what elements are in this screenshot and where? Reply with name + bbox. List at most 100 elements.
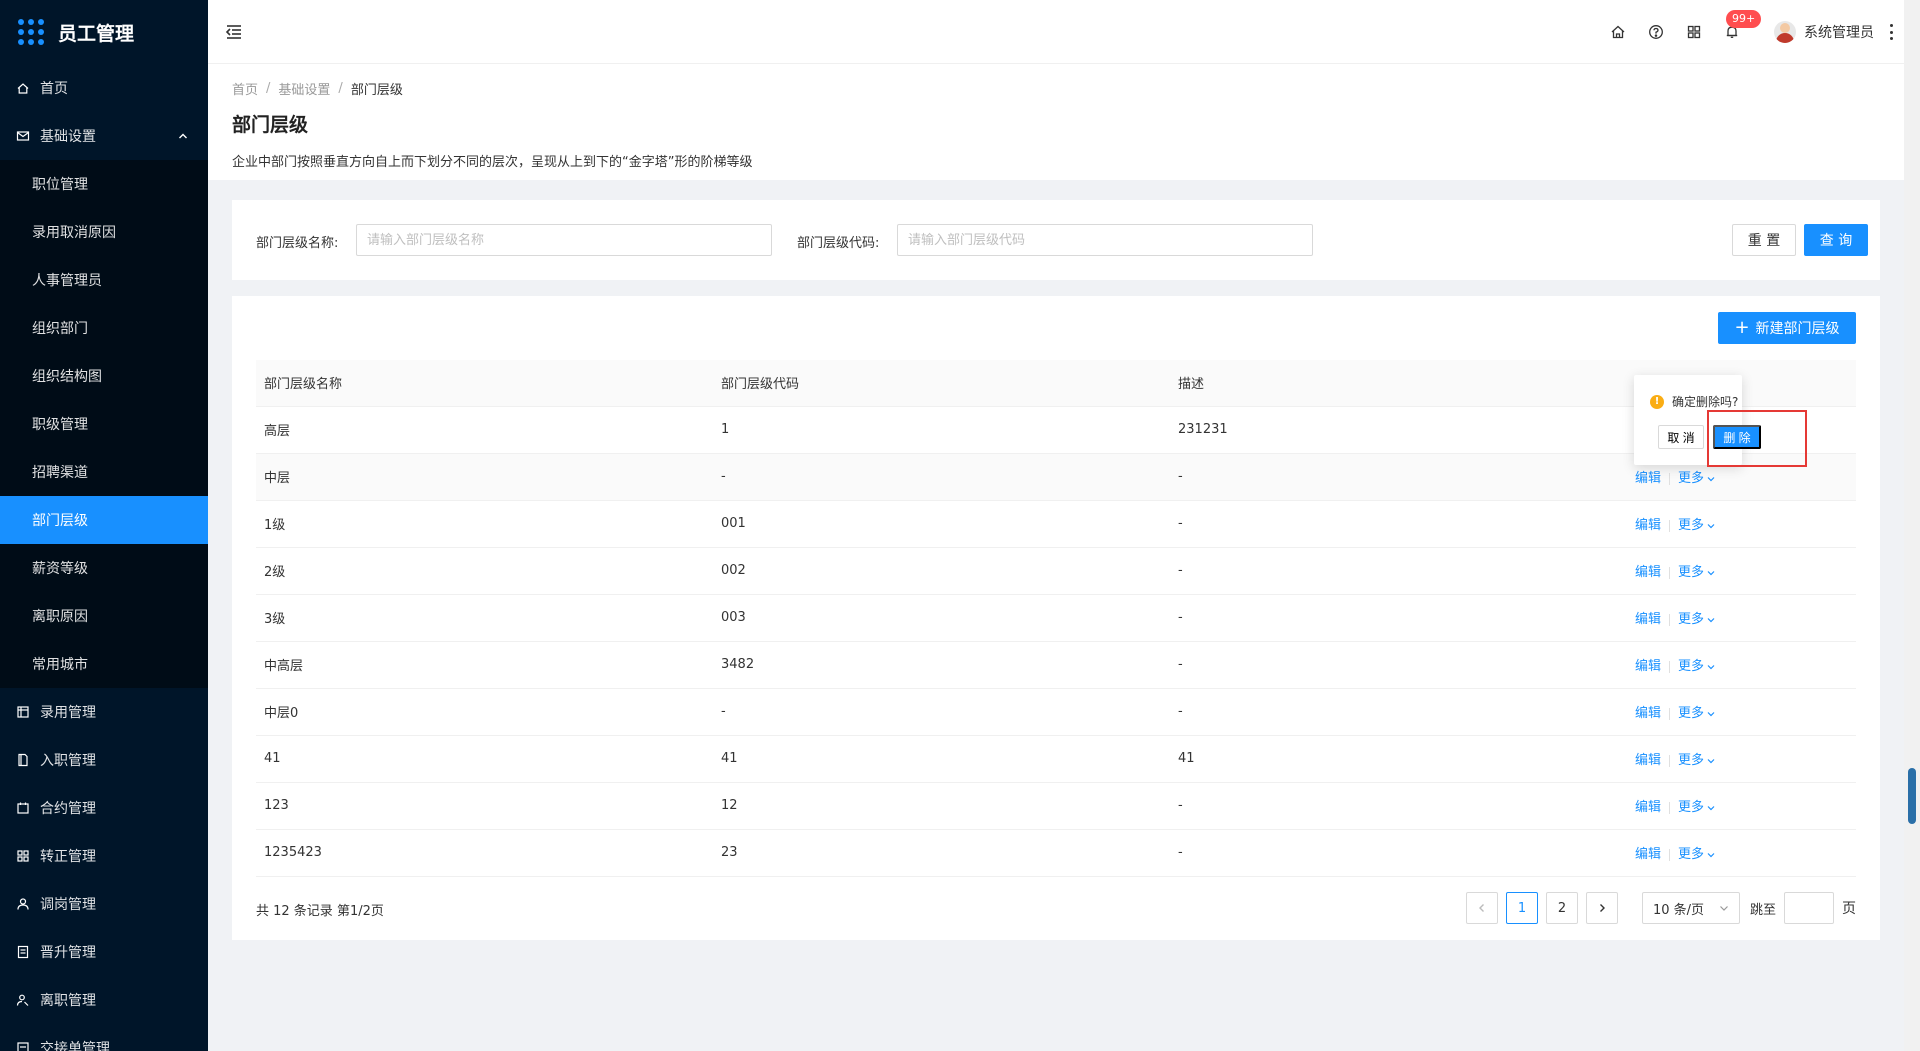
- more-label: 更多: [1678, 471, 1705, 486]
- cell-name: 中高层: [256, 641, 713, 689]
- table-row: 1级 001- 编辑 更多: [256, 500, 1856, 548]
- table-row: 中层0- - 编辑 更多: [256, 688, 1856, 736]
- column-header-description: 描述: [1170, 360, 1627, 407]
- cell-description: -: [1170, 500, 1627, 548]
- cell-code: 001: [713, 500, 1170, 548]
- chevron-down-icon: [1707, 476, 1715, 481]
- cell-code: 1: [713, 406, 1170, 454]
- calendar-icon: [17, 706, 29, 718]
- sidebar-subitem-6[interactable]: 招聘渠道: [0, 448, 208, 496]
- cell-code: 41: [713, 735, 1170, 783]
- sidebar-item-9[interactable]: 交接单管理: [0, 1024, 208, 1051]
- next-page-button[interactable]: [1585, 892, 1618, 924]
- sidebar-subitem-8[interactable]: 薪资等级: [0, 544, 208, 592]
- chevron-left-icon: [1478, 904, 1484, 912]
- page-size-select[interactable]: 10 条/页: [1641, 892, 1740, 924]
- chevron-down-icon: [1707, 664, 1715, 669]
- more-vertical-icon[interactable]: [1890, 24, 1894, 40]
- sidebar-item-1[interactable]: 基础设置: [0, 112, 208, 160]
- cell-description: -: [1170, 782, 1627, 830]
- sidebar-item-6[interactable]: 调岗管理: [0, 880, 208, 928]
- more-label: 更多: [1678, 612, 1705, 627]
- more-dropdown[interactable]: 更多: [1678, 706, 1716, 721]
- reset-button[interactable]: 重 置: [1732, 224, 1796, 256]
- sidebar-item-4[interactable]: 合约管理: [0, 784, 208, 832]
- sidebar-subitem-2[interactable]: 人事管理员: [0, 256, 208, 304]
- edit-link[interactable]: 编辑: [1635, 518, 1661, 533]
- more-label: 更多: [1678, 753, 1705, 768]
- sidebar-subitem-label: 职位管理: [32, 177, 88, 193]
- sidebar-item-label: 基础设置: [40, 129, 96, 145]
- file-icon: [18, 753, 28, 767]
- edit-link[interactable]: 编辑: [1635, 612, 1661, 627]
- cell-name: 41: [256, 735, 713, 783]
- jump-label: 跳至: [1749, 902, 1776, 918]
- breadcrumb-current: 部门层级: [350, 82, 403, 98]
- sidebar-item-7[interactable]: 晋升管理: [0, 928, 208, 976]
- breadcrumb-home[interactable]: 首页: [232, 79, 258, 98]
- page-title: 部门层级: [232, 114, 309, 136]
- sidebar-item-3[interactable]: 入职管理: [0, 736, 208, 784]
- chevron-down-icon: [1707, 523, 1715, 528]
- chevron-right-icon: [1599, 904, 1605, 912]
- more-dropdown[interactable]: 更多: [1678, 847, 1716, 862]
- edit-link[interactable]: 编辑: [1635, 471, 1661, 486]
- sidebar-subitem-0[interactable]: 职位管理: [0, 160, 208, 208]
- more-dropdown[interactable]: 更多: [1678, 565, 1716, 580]
- edit-link[interactable]: 编辑: [1635, 706, 1661, 721]
- table-row: 中高层 3482- 编辑 更多: [256, 641, 1856, 689]
- sidebar-item-label: 合约管理: [40, 801, 96, 817]
- more-dropdown[interactable]: 更多: [1678, 800, 1716, 815]
- sidebar-item-0[interactable]: 首页: [0, 64, 208, 112]
- query-button[interactable]: 查 询: [1804, 224, 1868, 256]
- cell-name: 高层: [256, 406, 713, 454]
- help-icon[interactable]: [1648, 24, 1664, 40]
- sidebar-item-label: 首页: [40, 81, 68, 97]
- sidebar-subitem-10[interactable]: 常用城市: [0, 640, 208, 688]
- search-form: 部门层级名称: 部门层级代码: 重 置 查 询: [232, 200, 1880, 280]
- user-menu[interactable]: 系统管理员: [1774, 21, 1894, 43]
- edit-link[interactable]: 编辑: [1635, 800, 1661, 815]
- edit-link[interactable]: 编辑: [1635, 847, 1661, 862]
- home-icon[interactable]: [1610, 24, 1626, 40]
- level-code-input[interactable]: [897, 224, 1313, 256]
- sidebar-item-8[interactable]: 离职管理: [0, 976, 208, 1024]
- page-scrollbar[interactable]: [1904, 0, 1920, 1051]
- notification-bell-icon[interactable]: 99+: [1724, 10, 1762, 40]
- sidebar-item-5[interactable]: 转正管理: [0, 832, 208, 880]
- sidebar-subitem-5[interactable]: 职级管理: [0, 400, 208, 448]
- edit-link[interactable]: 编辑: [1635, 565, 1661, 580]
- edit-link[interactable]: 编辑: [1635, 659, 1661, 674]
- prev-page-button[interactable]: [1465, 892, 1498, 924]
- sidebar-item-label: 录用管理: [40, 705, 96, 721]
- cell-name: 123: [256, 782, 713, 830]
- more-dropdown[interactable]: 更多: [1678, 659, 1716, 674]
- apps-icon[interactable]: [1686, 24, 1702, 40]
- popconfirm-cancel-button[interactable]: 取 消: [1658, 425, 1704, 449]
- notification-badge: 99+: [1726, 10, 1762, 28]
- sidebar-subitem-9[interactable]: 离职原因: [0, 592, 208, 640]
- more-label: 更多: [1678, 800, 1705, 815]
- more-dropdown[interactable]: 更多: [1678, 753, 1716, 768]
- scrollbar-thumb[interactable]: [1908, 768, 1916, 824]
- menu-fold-icon[interactable]: [224, 22, 244, 42]
- more-dropdown[interactable]: 更多: [1678, 612, 1716, 627]
- sidebar-subitem-1[interactable]: 录用取消原因: [0, 208, 208, 256]
- sidebar-subitem-7[interactable]: 部门层级: [0, 496, 208, 544]
- new-level-button[interactable]: + 新建部门层级: [1718, 312, 1856, 344]
- jump-page-input[interactable]: [1784, 892, 1834, 924]
- handover-icon: [17, 1042, 29, 1051]
- sidebar-item-label: 离职管理: [40, 993, 96, 1009]
- sidebar-subitem-4[interactable]: 组织结构图: [0, 352, 208, 400]
- page-1-button[interactable]: 1: [1505, 892, 1538, 924]
- chevron-down-icon: [1707, 711, 1715, 716]
- sidebar-item-2[interactable]: 录用管理: [0, 688, 208, 736]
- table-card: + 新建部门层级 部门层级名称 部门层级代码 描述 高层 1 231231 中层 - - 编…: [232, 296, 1880, 940]
- breadcrumb-settings[interactable]: 基础设置: [278, 79, 330, 98]
- edit-link[interactable]: 编辑: [1635, 753, 1661, 768]
- sidebar-subitem-3[interactable]: 组织部门: [0, 304, 208, 352]
- more-dropdown[interactable]: 更多: [1678, 471, 1716, 486]
- level-name-input[interactable]: [356, 224, 772, 256]
- more-dropdown[interactable]: 更多: [1678, 518, 1716, 533]
- page-2-button[interactable]: 2: [1545, 892, 1578, 924]
